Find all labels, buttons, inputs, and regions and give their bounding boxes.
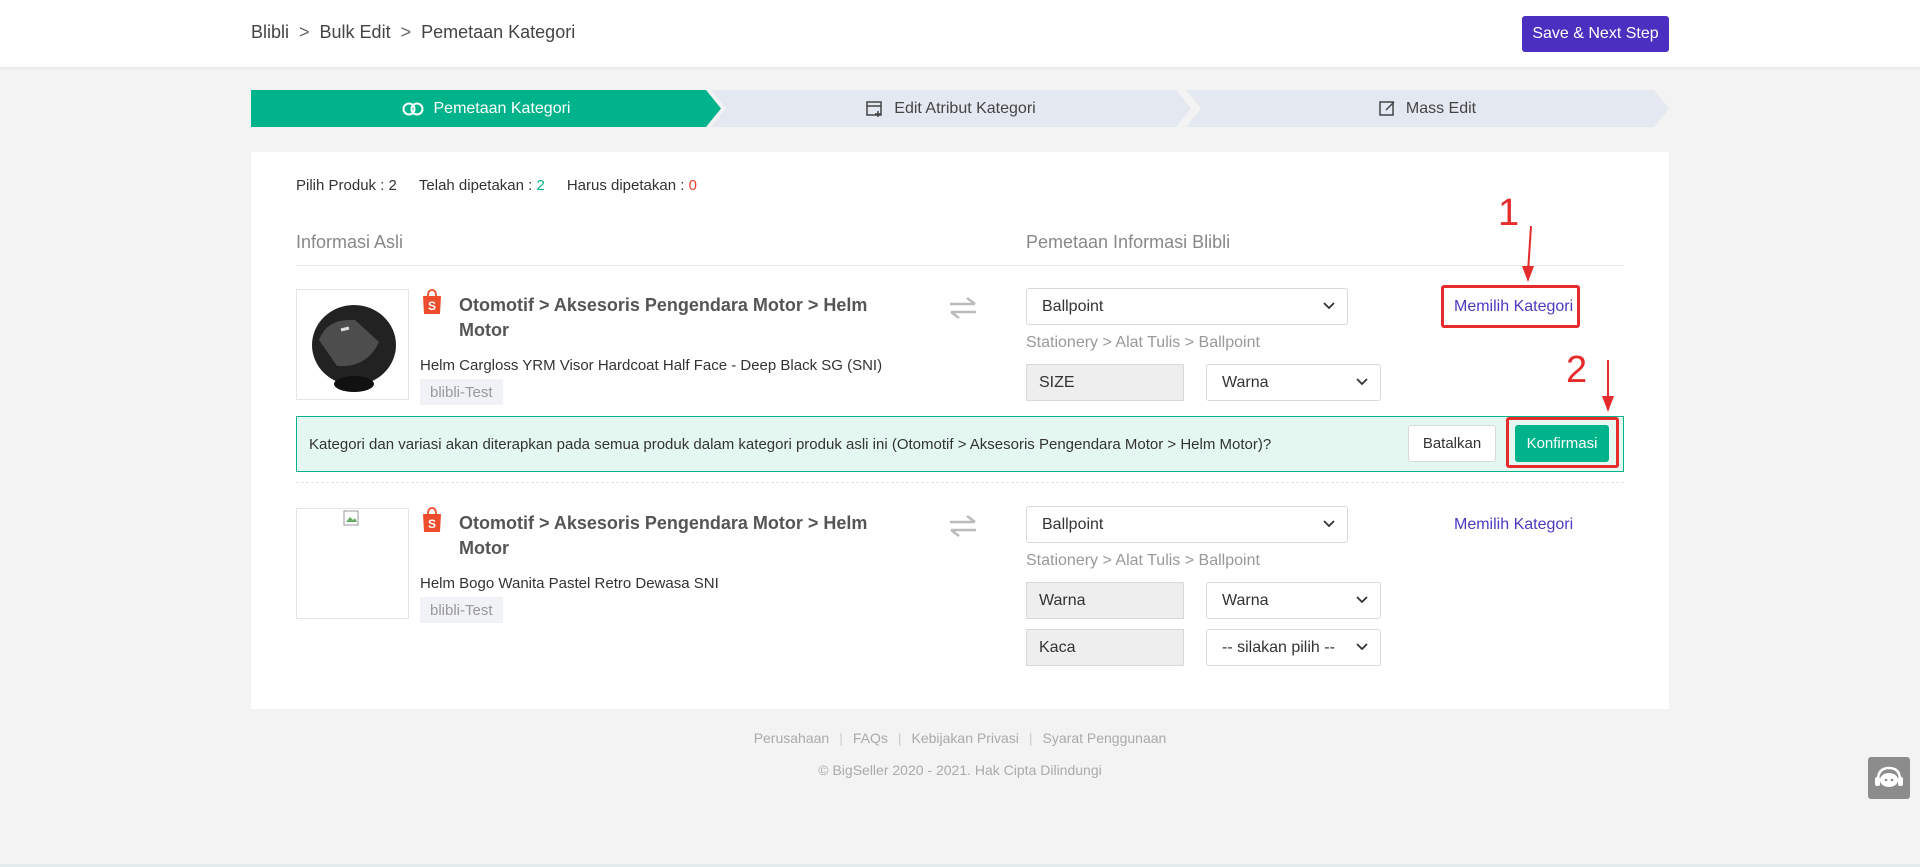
step-edit-atribut-kategori[interactable]: Edit Atribut Kategori [711, 90, 1191, 127]
stat-value: 2 [536, 177, 545, 194]
confirm-message: Kategori dan variasi akan diterapkan pad… [309, 436, 1272, 453]
breadcrumb: Blibli > Bulk Edit > Pemetaan Kategori [251, 22, 575, 43]
stat-value: 0 [688, 177, 697, 194]
attribute-label: Warna [1026, 582, 1184, 619]
chevron-down-icon [1323, 520, 1335, 528]
chevron-down-icon [1356, 378, 1368, 386]
breadcrumb-blibli[interactable]: Blibli [251, 22, 289, 43]
footer-link-perusahaan[interactable]: Perusahaan [754, 730, 830, 746]
cancel-button[interactable]: Batalkan [1408, 425, 1496, 462]
confirm-bar: Kategori dan variasi akan diterapkan pad… [296, 416, 1624, 472]
column-header-mapping: Pemetaan Informasi Blibli [1026, 232, 1231, 252]
mapped-category-path: Stationery > Alat Tulis > Ballpoint [1026, 334, 1260, 351]
variant-select-value: Warna [1222, 591, 1269, 609]
customer-service-button[interactable] [1868, 757, 1910, 799]
breadcrumb-current: Pemetaan Kategori [421, 22, 576, 42]
footer-links: Perusahaan | FAQs | Kebijakan Privasi | … [0, 730, 1920, 746]
chevron-down-icon [1356, 596, 1368, 604]
annotation-number-2: 2 [1566, 349, 1588, 391]
choose-category-link[interactable]: Memilih Kategori [1454, 516, 1573, 534]
variant-select[interactable]: Warna [1206, 364, 1381, 401]
product-image [296, 508, 409, 619]
product-stats: Pilih Produk : 2 Telah dipetakan : 2 Har… [296, 177, 697, 194]
stat-telah-dipetakan: Telah dipetakan : 2 [419, 177, 545, 194]
annotation-box-2 [1506, 417, 1619, 468]
variant-select-value: Warna [1222, 373, 1269, 391]
step-label: Mass Edit [1405, 99, 1477, 117]
chevron-down-icon [1356, 643, 1368, 651]
svg-text:S: S [428, 517, 436, 531]
annotation-box-1 [1441, 285, 1580, 328]
mapping-card: Pilih Produk : 2 Telah dipetakan : 2 Har… [251, 152, 1669, 709]
category-select-value: Ballpoint [1042, 297, 1104, 315]
shop-tag: blibli-Test [420, 379, 503, 405]
footer-separator: | [839, 730, 843, 746]
attribute-label: Kaca [1026, 629, 1184, 666]
stat-harus-dipetakan: Harus dipetakan : 0 [567, 177, 697, 194]
add-window-icon [866, 100, 883, 117]
link-icon [402, 102, 423, 115]
step-progress: Pemetaan Kategori Edit Atribut Kategori … [251, 90, 1669, 127]
category-select[interactable]: Ballpoint [1026, 288, 1348, 325]
headset-icon [1875, 766, 1903, 787]
step-label: Edit Atribut Kategori [894, 99, 1036, 117]
annotation-number-1: 1 [1498, 192, 1520, 234]
variant-select-value: -- silakan pilih -- [1222, 638, 1335, 656]
footer-link-terms[interactable]: Syarat Penggunaan [1043, 730, 1167, 746]
product-category-path: Otomotif > Aksesoris Pengendara Motor > … [459, 295, 868, 340]
save-next-step-button[interactable]: Save & Next Step [1522, 16, 1669, 52]
footer-separator: | [1028, 730, 1033, 746]
footer-link-faqs[interactable]: FAQs [853, 730, 888, 746]
column-header-original: Informasi Asli [296, 232, 404, 252]
shopee-icon: S [423, 289, 441, 314]
shop-tag: blibli-Test [420, 597, 503, 623]
breadcrumb-bulk-edit[interactable]: Bulk Edit [320, 22, 391, 43]
copyright: © BigSeller 2020 - 2021. Hak Cipta Dilin… [818, 762, 1102, 778]
header-divider [296, 265, 1624, 266]
svg-text:S: S [428, 299, 436, 313]
variant-select[interactable]: Warna [1206, 582, 1381, 619]
product-name: Helm Cargloss YRM Visor Hardcoat Half Fa… [420, 357, 883, 374]
category-select-value: Ballpoint [1042, 515, 1104, 533]
row-divider [296, 482, 1624, 483]
step-label: Pemetaan Kategori [433, 99, 571, 117]
product-image [296, 289, 409, 400]
swap-arrows-icon [950, 515, 976, 537]
footer-link-privacy[interactable]: Kebijakan Privasi [912, 730, 1019, 746]
stat-pilih-produk: Pilih Produk : 2 [296, 177, 397, 194]
annotation-arrow-1 [1522, 226, 1534, 282]
step-pemetaan-kategori[interactable]: Pemetaan Kategori [251, 90, 721, 127]
breadcrumb-separator: > [299, 22, 310, 42]
step-mass-edit[interactable]: Mass Edit [1186, 90, 1669, 127]
annotation-arrow-2 [1602, 360, 1614, 412]
helmet-image [312, 305, 396, 392]
category-select[interactable]: Ballpoint [1026, 506, 1348, 543]
attribute-label: SIZE [1026, 364, 1184, 401]
product-name: Helm Bogo Wanita Pastel Retro Dewasa SNI [420, 575, 719, 592]
shopee-icon: S [423, 507, 441, 532]
top-bar: Blibli > Bulk Edit > Pemetaan Kategori S… [0, 0, 1920, 67]
chevron-down-icon [1323, 302, 1335, 310]
stat-label: Harus dipetakan : [566, 177, 689, 194]
broken-image-icon [343, 510, 359, 526]
breadcrumb-separator: > [400, 22, 412, 42]
mapped-category-path: Stationery > Alat Tulis > Ballpoint [1026, 552, 1260, 569]
product-category-path: Otomotif > Aksesoris Pengendara Motor > … [459, 513, 868, 558]
footer-separator: | [897, 730, 902, 746]
variant-select[interactable]: -- silakan pilih -- [1206, 629, 1381, 666]
edit-icon [1379, 101, 1395, 116]
swap-arrows-icon [950, 297, 976, 319]
stat-label: Telah dipetakan : [418, 177, 537, 194]
